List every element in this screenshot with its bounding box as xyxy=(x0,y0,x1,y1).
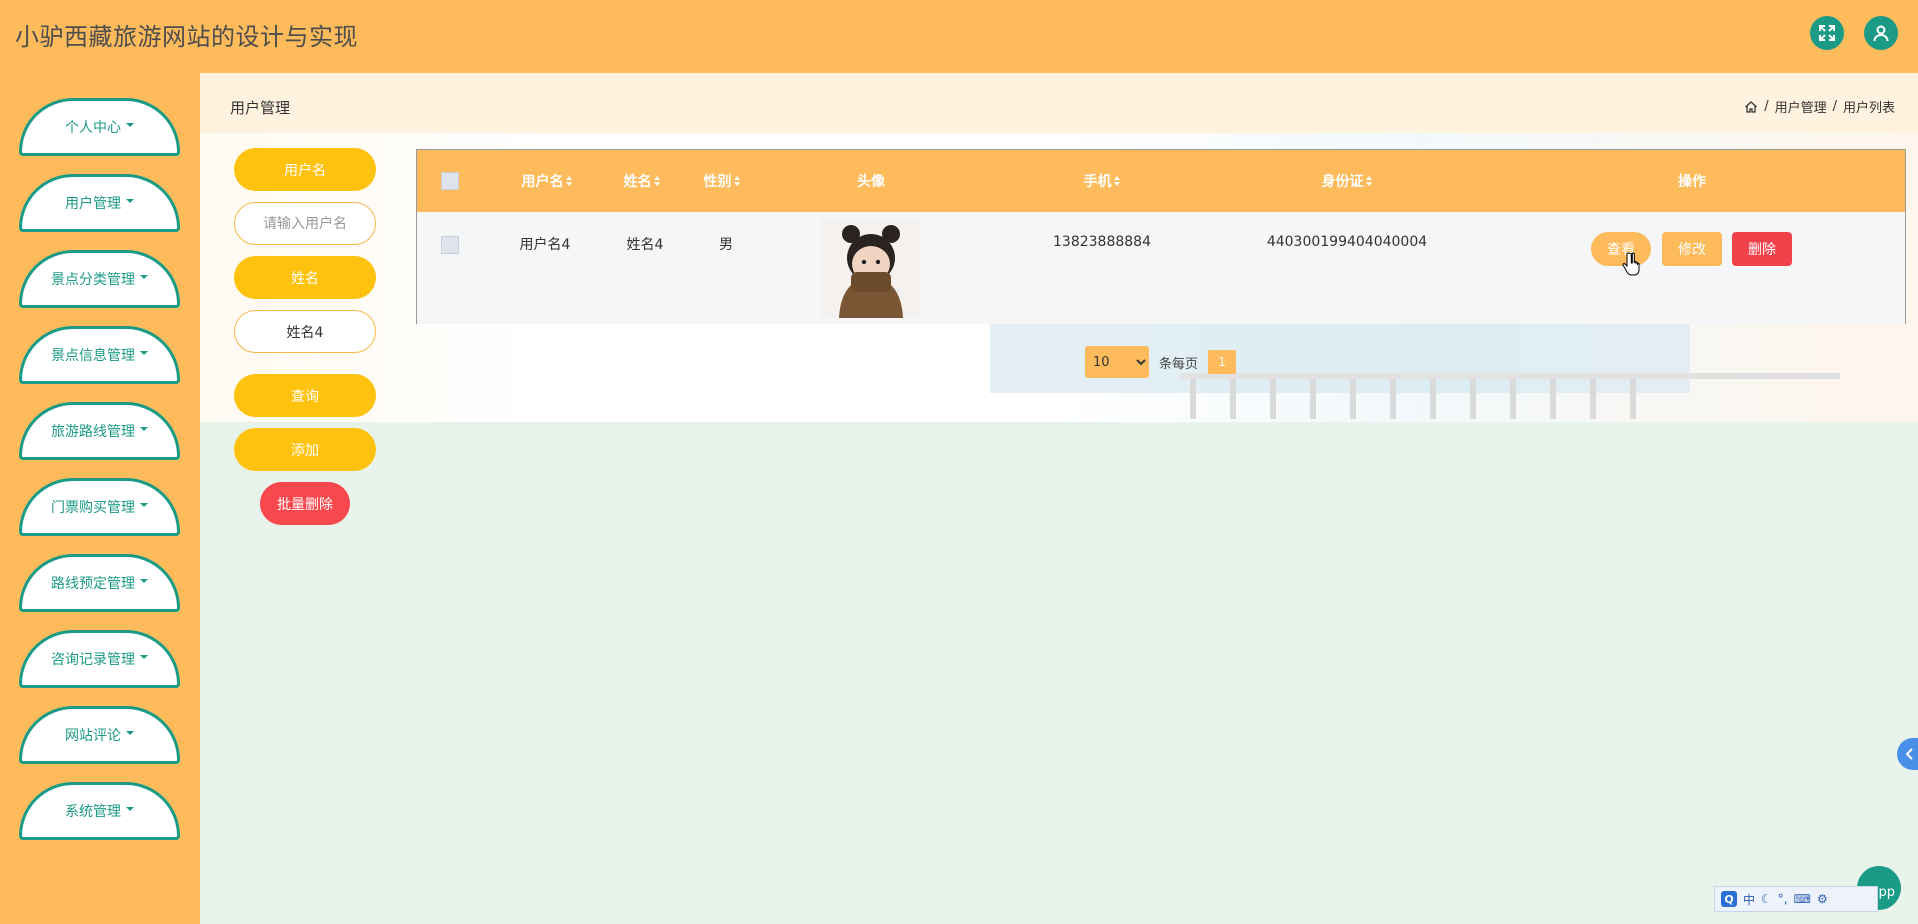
column-header-username[interactable]: 用户名 xyxy=(497,150,597,212)
chevron-down-icon xyxy=(140,579,148,583)
cell-phone: 13823888884 xyxy=(1053,234,1151,250)
chevron-down-icon xyxy=(126,123,134,127)
query-button[interactable]: 查询 xyxy=(234,374,376,417)
table-header: 用户名 姓名 性别 头像 手机 身份证 操作 xyxy=(417,150,1905,212)
cell-name: 姓名4 xyxy=(626,237,664,253)
sidebar-item-comments[interactable]: 网站评论 xyxy=(19,706,180,764)
breadcrumb: / 用户管理 / 用户列表 xyxy=(1744,97,1895,116)
page-size-select[interactable]: 10 xyxy=(1085,346,1149,378)
column-header-gender[interactable]: 性别 xyxy=(687,150,757,212)
username-input[interactable] xyxy=(234,202,376,245)
column-header-avatar: 头像 xyxy=(857,174,885,190)
name-label: 姓名 xyxy=(234,256,376,299)
fullscreen-icon[interactable] xyxy=(1810,16,1844,50)
name-input[interactable] xyxy=(234,310,376,353)
edit-button[interactable]: 修改 xyxy=(1662,232,1722,266)
breadcrumb-separator: / xyxy=(1764,99,1769,114)
column-header-name[interactable]: 姓名 xyxy=(607,150,677,212)
column-header-id-card[interactable]: 身份证 xyxy=(1277,150,1417,212)
page-header: 用户管理 / 用户管理 / 用户列表 xyxy=(200,73,1918,133)
view-button[interactable]: 查看 xyxy=(1591,232,1651,266)
chevron-down-icon xyxy=(140,275,148,279)
sort-icon xyxy=(653,176,661,186)
column-header-actions: 操作 xyxy=(1678,174,1706,190)
ime-toolbar[interactable]: Q 中 ☾ °, ⌨ ⚙ xyxy=(1714,886,1878,912)
ime-mode-label: 中 xyxy=(1743,892,1756,907)
sidebar-item-label: 旅游路线管理 xyxy=(51,424,135,440)
table-row: 用户名4 姓名4 男 13823888884 44030019940404000… xyxy=(417,212,1905,324)
settings-icon: ⚙ xyxy=(1816,892,1828,906)
app-title: 小驴西藏旅游网站的设计与实现 xyxy=(15,23,358,51)
sidebar-item-consultation[interactable]: 咨询记录管理 xyxy=(19,630,180,688)
ime-logo-icon: Q xyxy=(1721,891,1737,907)
sidebar-item-label: 个人中心 xyxy=(65,120,121,136)
sort-icon xyxy=(1113,176,1121,186)
punctuation-icon: °, xyxy=(1777,892,1788,906)
user-table: 用户名 姓名 性别 头像 手机 身份证 操作 用户名4 姓名4 男 138238… xyxy=(416,149,1906,324)
chevron-down-icon xyxy=(140,655,148,659)
sidebar-item-system[interactable]: 系统管理 xyxy=(19,782,180,840)
moon-icon: ☾ xyxy=(1761,892,1772,906)
sidebar-item-label: 景点信息管理 xyxy=(51,348,135,364)
mouse-cursor-icon xyxy=(1622,252,1640,280)
delete-button[interactable]: 删除 xyxy=(1732,232,1792,266)
cell-gender: 男 xyxy=(719,237,733,253)
column-header-phone[interactable]: 手机 xyxy=(1042,150,1162,212)
top-header: 小驴西藏旅游网站的设计与实现 xyxy=(0,0,1918,73)
sidebar-item-label: 网站评论 xyxy=(65,728,121,744)
chevron-down-icon xyxy=(140,427,148,431)
sidebar-item-travel-routes[interactable]: 旅游路线管理 xyxy=(19,402,180,460)
sidebar-item-label: 用户管理 xyxy=(65,196,121,212)
chevron-down-icon xyxy=(140,351,148,355)
select-all-checkbox[interactable] xyxy=(441,172,459,190)
sidebar-item-label: 门票购买管理 xyxy=(51,500,135,516)
sidebar-item-personal-center[interactable]: 个人中心 xyxy=(19,98,180,156)
row-checkbox[interactable] xyxy=(441,236,459,254)
chevron-left-icon xyxy=(1905,748,1913,760)
sidebar-item-ticket-purchase[interactable]: 门票购买管理 xyxy=(19,478,180,536)
home-icon[interactable] xyxy=(1744,100,1758,114)
batch-delete-button[interactable]: 批量删除 xyxy=(260,482,350,525)
chevron-down-icon xyxy=(126,199,134,203)
sidebar-item-attraction-category[interactable]: 景点分类管理 xyxy=(19,250,180,308)
breadcrumb-separator: / xyxy=(1832,99,1837,114)
sidebar-item-label: 系统管理 xyxy=(65,804,121,820)
sidebar-item-attraction-info[interactable]: 景点信息管理 xyxy=(19,326,180,384)
page-number-button[interactable]: 1 xyxy=(1208,350,1237,374)
sort-icon xyxy=(1365,176,1373,186)
user-icon[interactable] xyxy=(1864,16,1898,50)
username-label: 用户名 xyxy=(234,148,376,191)
chevron-down-icon xyxy=(126,731,134,735)
sort-icon xyxy=(733,176,741,186)
sort-icon xyxy=(565,176,573,186)
add-button[interactable]: 添加 xyxy=(234,428,376,471)
user-avatar xyxy=(821,218,921,318)
cell-id-card: 440300199404040004 xyxy=(1266,234,1428,250)
side-collapse-tab[interactable] xyxy=(1897,738,1918,770)
page-title: 用户管理 xyxy=(230,99,291,117)
sidebar-item-label: 咨询记录管理 xyxy=(51,652,135,668)
breadcrumb-item[interactable]: 用户管理 xyxy=(1775,97,1827,116)
chevron-down-icon xyxy=(126,807,134,811)
sidebar-item-route-booking[interactable]: 路线预定管理 xyxy=(19,554,180,612)
pagination: 10 条每页 1 xyxy=(1085,346,1237,378)
chevron-down-icon xyxy=(140,503,148,507)
sidebar-item-label: 景点分类管理 xyxy=(51,272,135,288)
sidebar-item-label: 路线预定管理 xyxy=(51,576,135,592)
sidebar-item-user-management[interactable]: 用户管理 xyxy=(19,174,180,232)
sidebar: 个人中心 用户管理 景点分类管理 景点信息管理 旅游路线管理 门票购买管理 路线… xyxy=(0,73,200,924)
per-page-label: 条每页 xyxy=(1159,356,1199,372)
keyboard-icon: ⌨ xyxy=(1793,892,1811,906)
breadcrumb-item-current: 用户列表 xyxy=(1842,101,1895,116)
cell-username: 用户名4 xyxy=(519,237,571,253)
